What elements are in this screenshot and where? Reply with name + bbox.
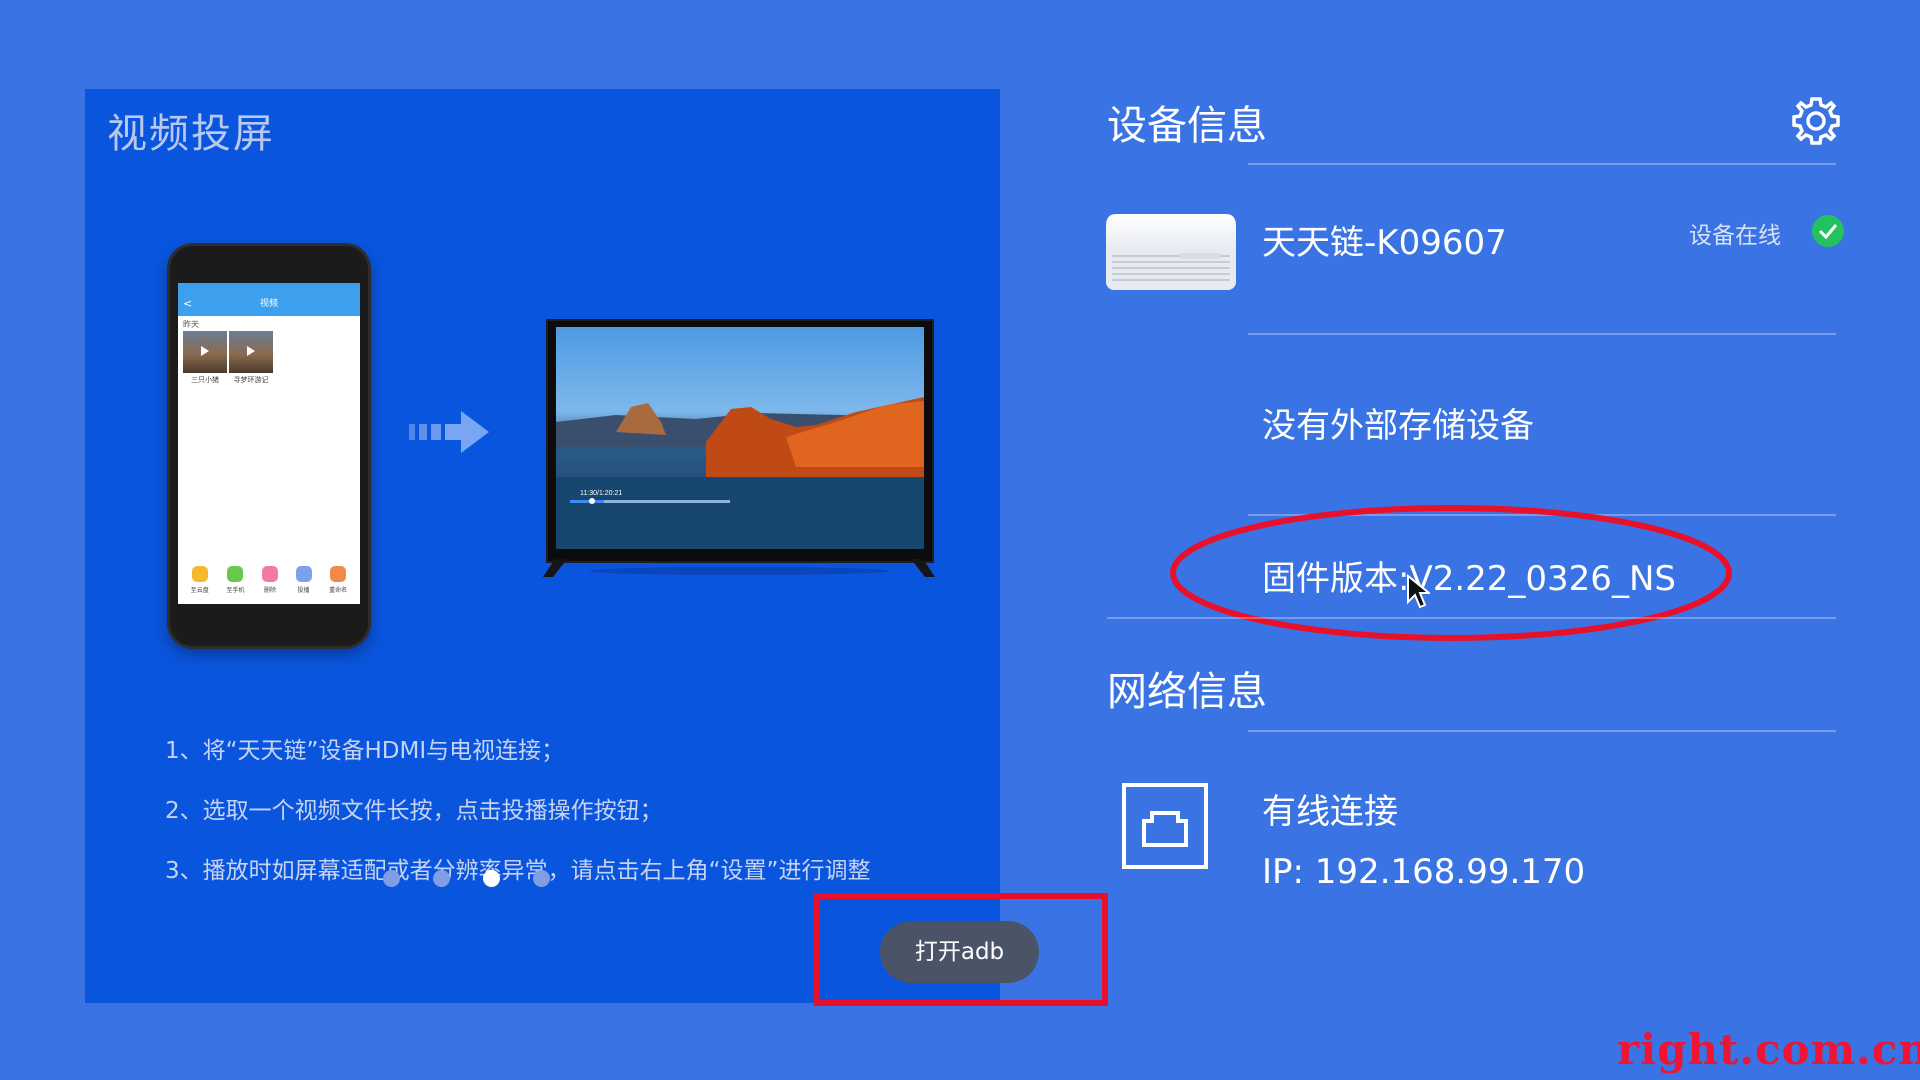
phone-header: < 视频 [178,292,360,316]
tool-label: 至手机 [226,587,245,594]
cloud-icon [191,566,208,582]
pagination-dot[interactable] [433,870,450,887]
landscape-image: 11:30/1:20:21 [556,397,924,549]
card-title: 视频投屏 [107,111,275,157]
ethernet-icon [1122,783,1208,869]
divider [1248,163,1836,165]
device-info-title: 设备信息 [1107,103,1267,149]
network-type: 有线连接 [1262,792,1398,832]
edit-icon [330,566,347,582]
device-name: 天天链-K09607 [1262,223,1507,263]
ethernet-port-icon [1142,811,1188,847]
online-check-icon [1812,215,1844,247]
open-adb-button[interactable]: 打开adb [880,921,1039,983]
divider [1248,730,1836,732]
mouse-cursor-icon [1407,574,1430,609]
pagination-dot[interactable] [383,870,400,887]
tool-label: 重命名 [329,587,348,594]
pagination-dot-active[interactable] [483,870,500,887]
thumbnail-caption: 寻梦环游记 [233,376,269,384]
trash-icon [261,566,278,582]
phone-status-bar [178,283,360,292]
network-info-title: 网络信息 [1107,669,1267,715]
phone-header-title: 视频 [259,299,278,309]
video-thumbnail [229,331,273,373]
video-thumbnail [183,331,227,373]
phone-tool: 删除 [261,566,278,594]
back-icon: < [183,297,193,310]
tool-label: 投播 [297,587,310,594]
download-icon [227,566,244,582]
screen: 视频投屏 < 视频 昨天 三只小猪 寻梦环游记 至云盘 至手机 删除 投播 重命… [0,0,1920,1080]
play-icon [201,346,209,356]
external-storage-status: 没有外部存储设备 [1262,406,1534,446]
phone-toolbar: 至云盘 至手机 删除 投播 重命名 [178,566,360,594]
ip-address: IP: 192.168.99.170 [1262,852,1586,892]
phone-thumbnails [178,331,360,373]
divider [1107,617,1836,619]
phone-captions: 三只小猪 寻梦环游记 [178,373,360,387]
firmware-version: 固件版本:V2.22_0326_NS [1262,559,1676,599]
settings-gear-icon[interactable] [1788,93,1844,149]
cast-icon [295,566,312,582]
phone-tool: 至手机 [226,566,244,594]
watermark: right.com.cn [1617,1025,1920,1074]
tool-label: 至云盘 [190,587,209,594]
phone-screen: < 视频 昨天 三只小猪 寻梦环游记 至云盘 至手机 删除 投播 重命名 [178,283,360,604]
screen-cast-guide-card: 视频投屏 < 视频 昨天 三只小猪 寻梦环游记 至云盘 至手机 删除 投播 重命… [85,89,1000,1003]
thumbnail-caption: 三只小猪 [191,376,219,384]
pagination-dot[interactable] [533,870,550,887]
phone-tool: 至云盘 [191,566,209,594]
tv-timestamp: 11:30/1:20:21 [580,490,622,497]
phone-illustration: < 视频 昨天 三只小猪 寻梦环游记 至云盘 至手机 删除 投播 重命名 [167,243,371,649]
carousel-pagination [383,870,550,887]
tool-label: 删除 [263,587,276,594]
tv-screen-landscape: 11:30/1:20:21 [556,327,924,549]
tv-illustration: 11:30/1:20:21 [546,319,934,563]
instruction-step: 2、选取一个视频文件长按，点击投播操作按钮； [165,798,663,824]
divider [1248,333,1836,335]
device-status-text: 设备在线 [1689,223,1781,249]
tv-stand [543,559,935,577]
phone-tool: 投播 [295,566,312,594]
device-box-image [1106,214,1236,290]
phone-date-label: 昨天 [183,320,199,329]
instruction-step: 1、将“天天链”设备HDMI与电视连接； [165,738,565,764]
play-icon [247,346,255,356]
cast-arrow-icon [409,411,489,453]
phone-tool: 重命名 [329,566,347,594]
